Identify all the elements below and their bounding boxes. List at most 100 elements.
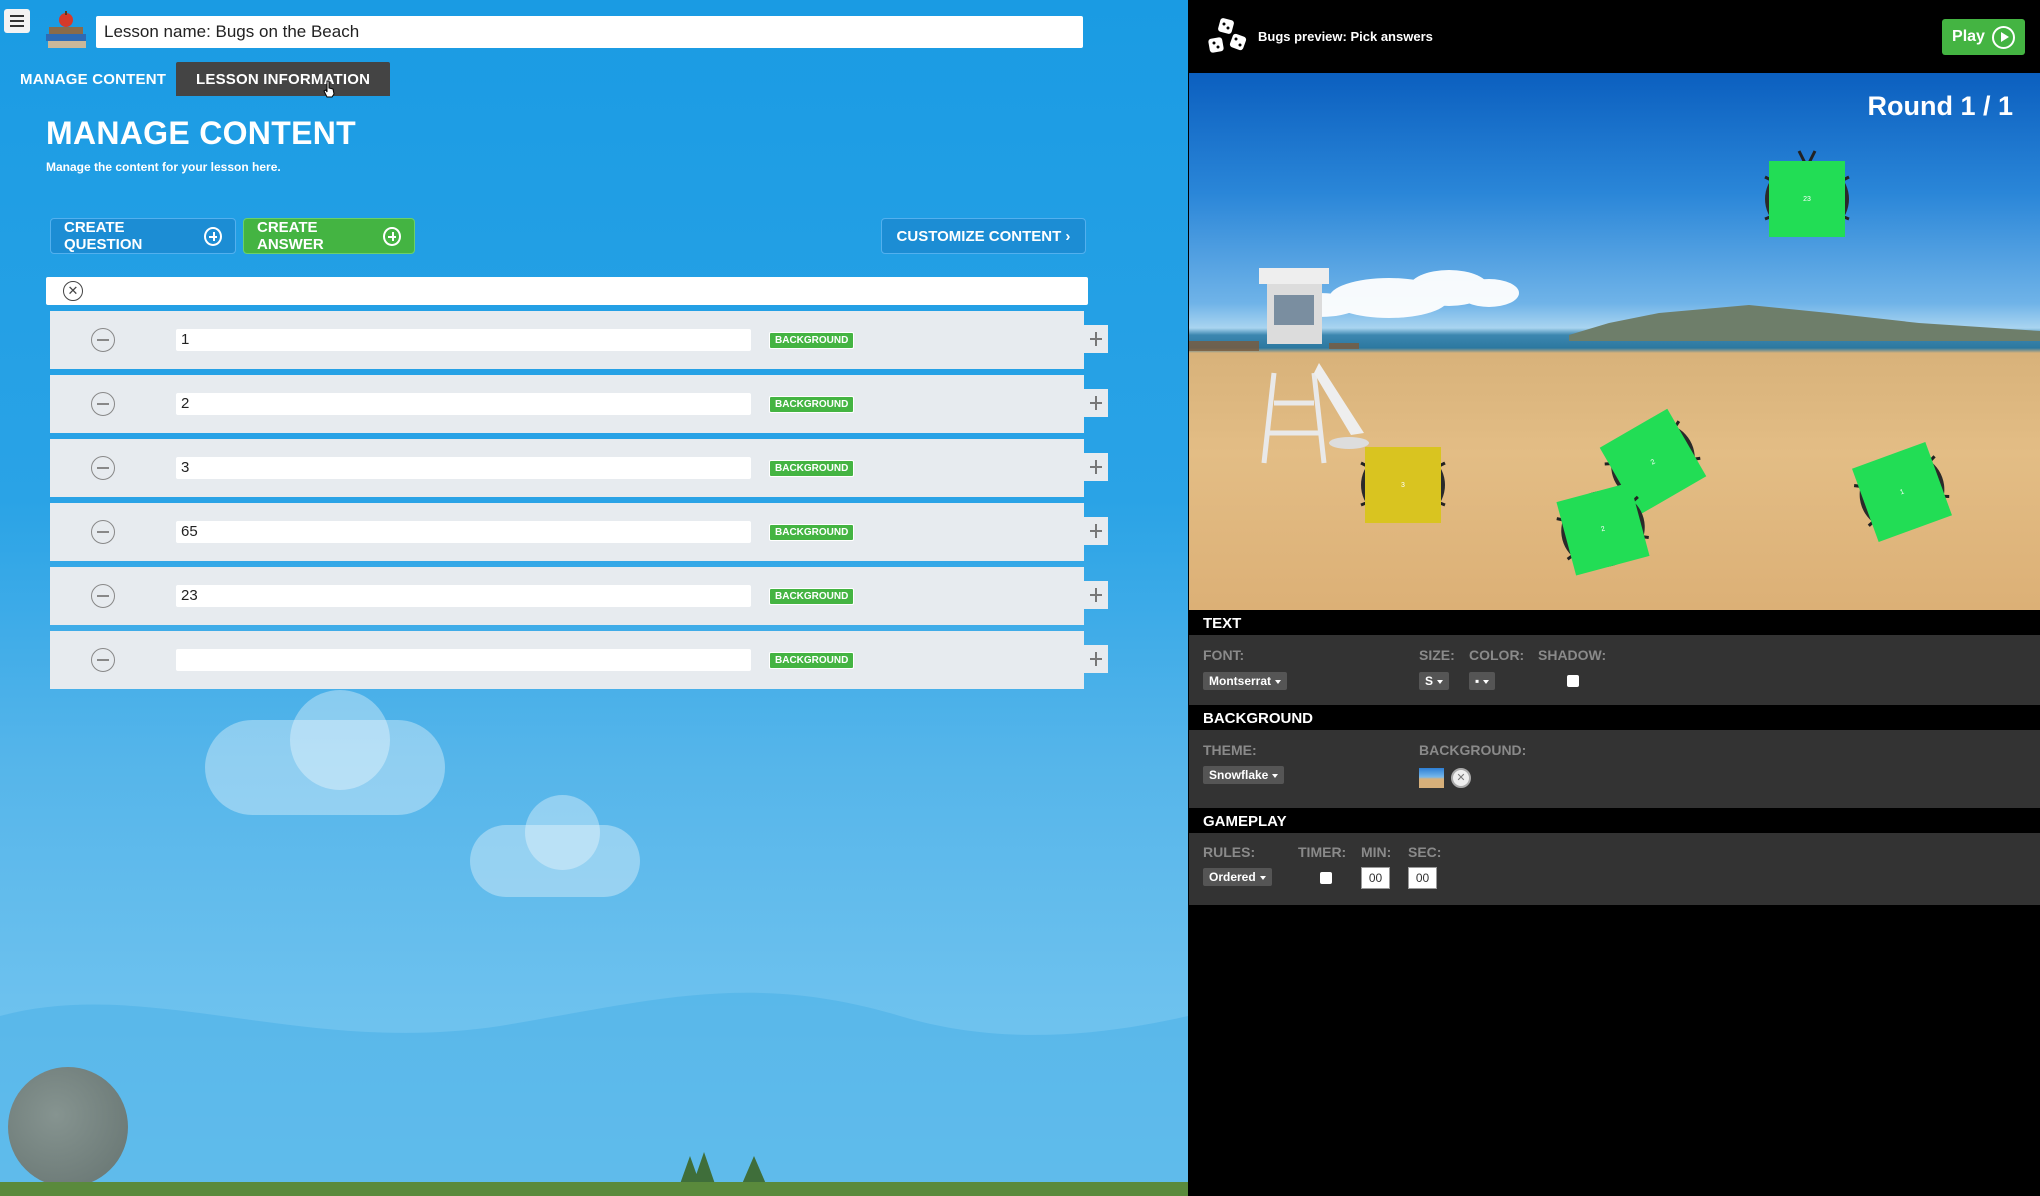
bug-answer[interactable]: 2: [1556, 482, 1650, 576]
add-answer-plus-icon[interactable]: [1084, 453, 1108, 481]
background-button[interactable]: BACKGROUND: [769, 588, 855, 605]
play-label: Play: [1952, 28, 1985, 45]
hamburger-icon: [10, 20, 24, 22]
background-button[interactable]: BACKGROUND: [769, 332, 855, 349]
answer-row: 23 BACKGROUND: [50, 567, 1108, 625]
customize-content-label: CUSTOMIZE CONTENT ›: [896, 227, 1071, 245]
gameplay-settings: RULES: Ordered TIMER: MIN: 00 SEC: 00: [1189, 833, 2040, 905]
plus-circle-icon: [383, 226, 401, 246]
rules-value: Ordered: [1209, 870, 1256, 884]
caret-down-icon: [1272, 773, 1279, 778]
remove-answer-minus-icon[interactable]: [91, 328, 115, 352]
create-answer-button[interactable]: CREATE ANSWER: [243, 218, 415, 254]
create-question-label: CREATE QUESTION: [64, 219, 143, 253]
rules-select[interactable]: Ordered: [1203, 868, 1272, 886]
tab-lesson-information[interactable]: LESSON INFORMATION: [176, 62, 391, 96]
boulder-decoration: [8, 1067, 128, 1187]
add-answer-plus-icon[interactable]: [1084, 325, 1108, 353]
timer-label: TIMER:: [1298, 844, 1347, 860]
bug-answer[interactable]: 1: [1852, 442, 1952, 542]
shadow-checkbox[interactable]: [1567, 675, 1579, 687]
font-value: Montserrat: [1209, 674, 1272, 688]
add-answer-plus-icon[interactable]: [1084, 581, 1108, 609]
close-circle-icon[interactable]: ✕: [63, 281, 83, 301]
page-title: MANAGE CONTENT: [46, 115, 356, 151]
menu-button[interactable]: [4, 9, 30, 33]
dice-icon: [1208, 18, 1247, 53]
round-indicator: Round 1 / 1: [1867, 91, 2013, 121]
answer-row: BACKGROUND: [50, 631, 1108, 689]
color-label: COLOR:: [1469, 647, 1525, 663]
answer-row: 3 BACKGROUND: [50, 439, 1108, 497]
create-answer-label: CREATE ANSWER: [257, 219, 324, 253]
remove-answer-minus-icon[interactable]: [91, 456, 115, 480]
color-select[interactable]: ▪: [1469, 672, 1496, 690]
background-section-header: BACKGROUND: [1189, 705, 2040, 730]
answer-input[interactable]: 3: [176, 457, 751, 479]
size-value: S: [1425, 674, 1434, 688]
text-settings: FONT: Montserrat SIZE: S COLOR: ▪ SHADOW…: [1189, 635, 2040, 705]
preview-panel: Bugs preview: Pick answers Play Round 1 …: [1189, 0, 2040, 1196]
background-settings: THEME: Snowflake BACKGROUND: ✕: [1189, 730, 2040, 808]
bug-label: 23: [1769, 161, 1845, 237]
preview-header: Bugs preview: Pick answers Play: [1189, 0, 2040, 73]
tab-manage-content[interactable]: MANAGE CONTENT: [0, 62, 186, 96]
theme-label: THEME:: [1203, 742, 1257, 758]
preview-title: Bugs preview: Pick answers: [1258, 29, 1433, 44]
remove-answer-minus-icon[interactable]: [91, 392, 115, 416]
font-select[interactable]: Montserrat: [1203, 672, 1288, 690]
hills-decoration: [0, 992, 1188, 1196]
create-question-button[interactable]: CREATE QUESTION: [50, 218, 236, 254]
background-button[interactable]: BACKGROUND: [769, 652, 855, 669]
background-thumbnail[interactable]: [1419, 768, 1444, 788]
font-label: FONT:: [1203, 647, 1245, 663]
answer-input[interactable]: 2: [176, 393, 751, 415]
plus-circle-icon: [204, 226, 222, 246]
lesson-editor-panel: Lesson name: Bugs on the Beach MANAGE CO…: [0, 0, 1188, 1196]
add-answer-plus-icon[interactable]: [1084, 389, 1108, 417]
cloud-decoration: [525, 795, 600, 870]
min-input[interactable]: 00: [1361, 867, 1390, 889]
sec-input[interactable]: 00: [1408, 867, 1437, 889]
timer-checkbox[interactable]: [1320, 872, 1332, 884]
remove-answer-minus-icon[interactable]: [91, 520, 115, 544]
remove-answer-minus-icon[interactable]: [91, 648, 115, 672]
remove-answer-minus-icon[interactable]: [91, 584, 115, 608]
theme-value: Snowflake: [1209, 768, 1269, 782]
cloud-decoration: [290, 690, 390, 790]
answer-input[interactable]: 1: [176, 329, 751, 351]
lesson-name-input[interactable]: Lesson name: Bugs on the Beach: [96, 16, 1083, 48]
caret-down-icon: [1483, 679, 1490, 684]
bug-answer[interactable]: 3: [1360, 447, 1446, 523]
answer-input[interactable]: 23: [176, 585, 751, 607]
remove-background-icon[interactable]: ✕: [1451, 768, 1471, 788]
theme-select[interactable]: Snowflake: [1203, 766, 1285, 784]
caret-down-icon: [1437, 679, 1444, 684]
background-button[interactable]: BACKGROUND: [769, 524, 855, 541]
min-label: MIN:: [1361, 844, 1392, 860]
size-select[interactable]: S: [1419, 672, 1450, 690]
page-subtitle: Manage the content for your lesson here.: [46, 160, 281, 174]
play-button[interactable]: Play: [1942, 19, 2025, 55]
sec-label: SEC:: [1408, 844, 1442, 860]
ground-strip: [0, 1182, 1188, 1196]
background-button[interactable]: BACKGROUND: [769, 460, 855, 477]
game-preview-canvas[interactable]: Round 1 / 1 23 3 2 2 1: [1189, 73, 2040, 610]
background-button[interactable]: BACKGROUND: [769, 396, 855, 413]
answer-row: 2 BACKGROUND: [50, 375, 1108, 433]
answer-input[interactable]: [176, 649, 751, 671]
add-answer-plus-icon[interactable]: [1084, 517, 1108, 545]
answer-list: 1 BACKGROUND 2 BACKGROUND 3 BACKGROUND 6…: [50, 311, 1110, 695]
books-apple-logo-icon: [46, 11, 86, 48]
add-answer-plus-icon[interactable]: [1084, 645, 1108, 673]
customize-content-button[interactable]: CUSTOMIZE CONTENT ›: [881, 218, 1086, 254]
shadow-label: SHADOW:: [1538, 647, 1607, 663]
background-label: BACKGROUND:: [1419, 742, 1527, 758]
rules-label: RULES:: [1203, 844, 1256, 860]
bug-answer[interactable]: 23: [1764, 150, 1850, 237]
text-section-header: TEXT: [1189, 610, 2040, 635]
caret-down-icon: [1259, 875, 1266, 880]
answer-input[interactable]: 65: [176, 521, 751, 543]
question-input[interactable]: ✕: [46, 277, 1088, 305]
caret-down-icon: [1275, 679, 1282, 684]
